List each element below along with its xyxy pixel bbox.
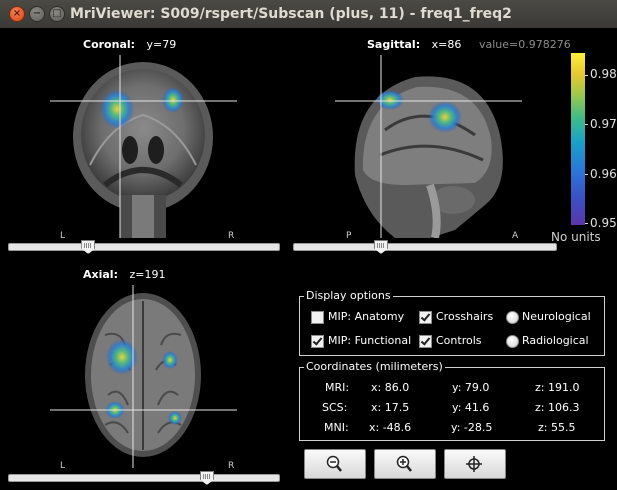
crosshairs-checkbox[interactable] bbox=[419, 311, 432, 324]
zoom-out-icon bbox=[326, 455, 342, 472]
sagittal-name: Sagittal: bbox=[367, 38, 421, 51]
axial-slider[interactable] bbox=[8, 471, 280, 485]
center-view-button[interactable] bbox=[444, 449, 506, 479]
coronal-right-label: R bbox=[228, 231, 235, 241]
minimize-window-button[interactable]: − bbox=[29, 6, 45, 22]
radiological-label: Radiological bbox=[522, 334, 589, 347]
coronal-slider-thumb[interactable] bbox=[81, 240, 96, 254]
coronal-view[interactable] bbox=[50, 55, 237, 238]
coord-x: x: 17.5 bbox=[371, 401, 410, 414]
colorbar-tick-label: 0.96 bbox=[590, 167, 617, 181]
coronal-slider[interactable] bbox=[8, 240, 280, 254]
coronal-left-label: L bbox=[60, 231, 66, 241]
coord-row-label: MRI: bbox=[325, 381, 350, 394]
colorbar-tickmark bbox=[585, 75, 588, 76]
crosshair-target-icon bbox=[466, 456, 482, 472]
mip-anatomy-checkbox[interactable] bbox=[311, 311, 324, 324]
sagittal-label: Sagittal: x=86 bbox=[367, 38, 461, 51]
minimize-icon: − bbox=[32, 8, 42, 19]
sagittal-slider-thumb[interactable] bbox=[374, 240, 388, 254]
coord-z: z: 55.5 bbox=[538, 421, 576, 434]
display-options-title: Display options bbox=[304, 289, 393, 302]
axial-name: Axial: bbox=[83, 268, 118, 281]
maximize-window-button[interactable]: □ bbox=[49, 6, 65, 22]
colorbar bbox=[571, 53, 585, 225]
coordinates-title: Coordinates (milimeters) bbox=[304, 360, 445, 373]
coord-y: y: 41.6 bbox=[452, 401, 490, 414]
crosshairs-label: Crosshairs bbox=[436, 310, 494, 323]
colorbar-tickmark bbox=[585, 174, 588, 175]
display-options-panel: Display options bbox=[299, 289, 605, 356]
mip-functional-checkbox[interactable] bbox=[311, 335, 324, 348]
coronal-name: Coronal: bbox=[83, 38, 136, 51]
coronal-mri-image bbox=[50, 55, 237, 238]
sagittal-value: value=0.978276 bbox=[479, 38, 571, 51]
coronal-coord: y=79 bbox=[146, 38, 177, 51]
close-icon: × bbox=[12, 8, 22, 19]
axial-slider-thumb[interactable] bbox=[199, 471, 214, 485]
controls-label: Controls bbox=[436, 334, 482, 347]
zoom-in-button[interactable] bbox=[374, 449, 436, 479]
colorbar-units: No units bbox=[551, 230, 601, 244]
coord-z: z: 191.0 bbox=[535, 381, 580, 394]
colorbar-tick-label: 0.98 bbox=[590, 67, 617, 81]
mip-anatomy-label: MIP: Anatomy bbox=[328, 310, 405, 323]
axial-mri-image bbox=[50, 285, 237, 468]
coord-y: y: -28.5 bbox=[451, 421, 493, 434]
mip-functional-label: MIP: Functional bbox=[328, 334, 412, 347]
sagittal-coord: x=86 bbox=[431, 38, 462, 51]
sagittal-view[interactable] bbox=[335, 55, 522, 238]
colorbar-tick-label: 0.97 bbox=[590, 117, 617, 131]
maximize-icon: □ bbox=[52, 8, 62, 19]
axial-view[interactable] bbox=[50, 285, 237, 468]
coord-row-label: SCS: bbox=[322, 401, 348, 414]
coord-row-label: MNI: bbox=[324, 421, 349, 434]
coord-x: x: 86.0 bbox=[371, 381, 410, 394]
controls-checkbox[interactable] bbox=[419, 335, 432, 348]
titlebar: × − □ MriViewer: S009/rspert/Subscan (pl… bbox=[0, 0, 617, 28]
coord-z: z: 106.3 bbox=[535, 401, 580, 414]
sagittal-slider[interactable] bbox=[293, 240, 557, 254]
colorbar-tickmark bbox=[585, 223, 588, 224]
axial-coord: z=191 bbox=[129, 268, 166, 281]
axial-left-label: L bbox=[60, 461, 66, 471]
coord-y: y: 79.0 bbox=[452, 381, 490, 394]
axial-label: Axial: z=191 bbox=[83, 268, 165, 281]
mri-viewer-window: × − □ MriViewer: S009/rspert/Subscan (pl… bbox=[0, 0, 617, 490]
window-title: MriViewer: S009/rspert/Subscan (plus, 11… bbox=[70, 6, 512, 22]
axial-right-label: R bbox=[228, 461, 235, 471]
neurological-label: Neurological bbox=[522, 310, 591, 323]
neurological-radio[interactable] bbox=[506, 311, 519, 324]
colorbar-tickmark bbox=[585, 124, 588, 125]
radiological-radio[interactable] bbox=[506, 335, 519, 348]
close-window-button[interactable]: × bbox=[9, 6, 25, 22]
sagittal-right-label: A bbox=[512, 231, 519, 241]
zoom-out-button[interactable] bbox=[304, 449, 366, 479]
sagittal-mri-image bbox=[335, 55, 522, 238]
sagittal-left-label: P bbox=[346, 231, 352, 241]
colorbar-tick-label: 0.95 bbox=[590, 216, 617, 230]
coronal-label: Coronal: y=79 bbox=[83, 38, 176, 51]
coord-x: x: -48.6 bbox=[369, 421, 412, 434]
zoom-in-icon bbox=[396, 455, 412, 472]
